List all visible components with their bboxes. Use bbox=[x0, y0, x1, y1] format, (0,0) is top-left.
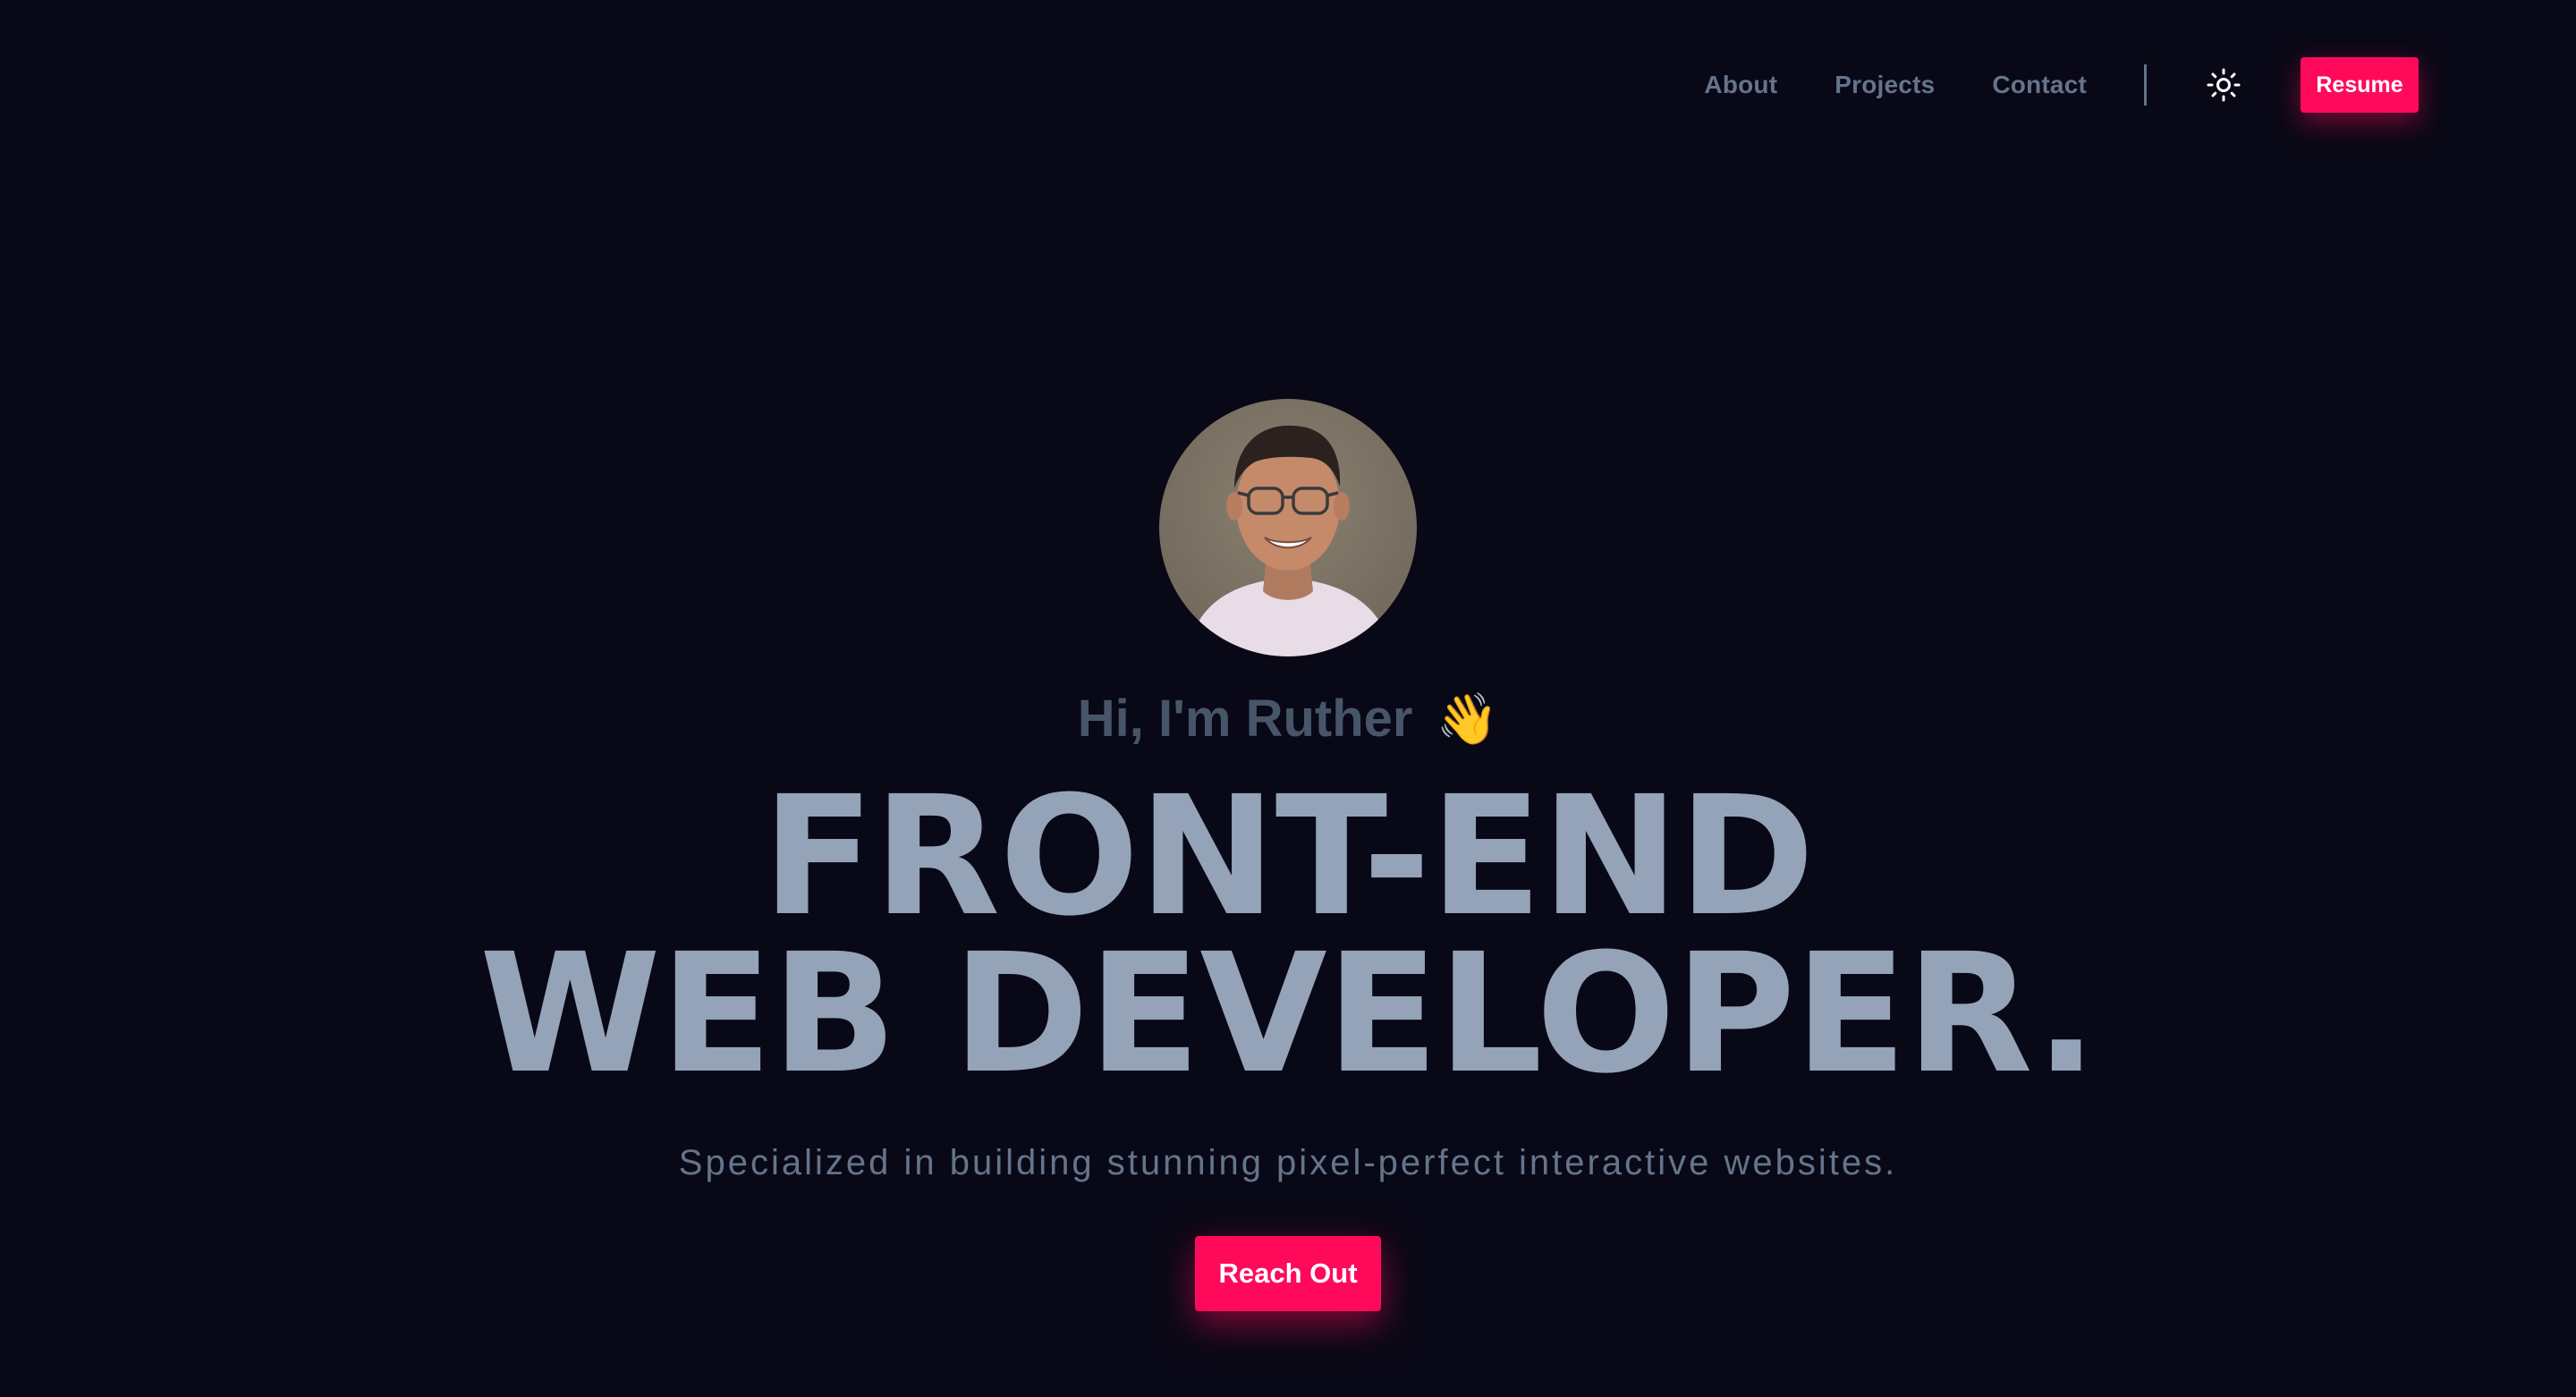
nav-divider bbox=[2144, 64, 2147, 106]
wave-emoji-icon: 👋 bbox=[1436, 690, 1499, 747]
tagline: Specialized in building stunning pixel-p… bbox=[678, 1143, 1898, 1182]
headline-line-1: FRONT-END bbox=[761, 761, 1815, 952]
avatar bbox=[1159, 399, 1417, 656]
reach-out-button[interactable]: Reach Out bbox=[1195, 1236, 1381, 1311]
top-nav: About Projects Contact Resume bbox=[1704, 57, 2419, 113]
nav-link-about[interactable]: About bbox=[1704, 71, 1777, 99]
headline: FRONT-END WEB DEVELOPER. bbox=[0, 761, 2576, 1110]
greeting: Hi, I'm Ruther 👋 bbox=[0, 689, 2576, 749]
resume-button[interactable]: Resume bbox=[2301, 57, 2419, 113]
sun-icon bbox=[2207, 68, 2241, 102]
avatar-photo bbox=[1159, 399, 1417, 656]
page: About Projects Contact Resume Hi, I'm Ru… bbox=[0, 0, 2576, 1397]
headline-line-2: WEB DEVELOPER. bbox=[479, 919, 2097, 1110]
nav-link-projects[interactable]: Projects bbox=[1835, 71, 1935, 99]
theme-toggle-button[interactable] bbox=[2200, 62, 2247, 108]
greeting-text: Hi, I'm Ruther bbox=[1077, 690, 1413, 748]
nav-link-contact[interactable]: Contact bbox=[1992, 71, 2087, 99]
